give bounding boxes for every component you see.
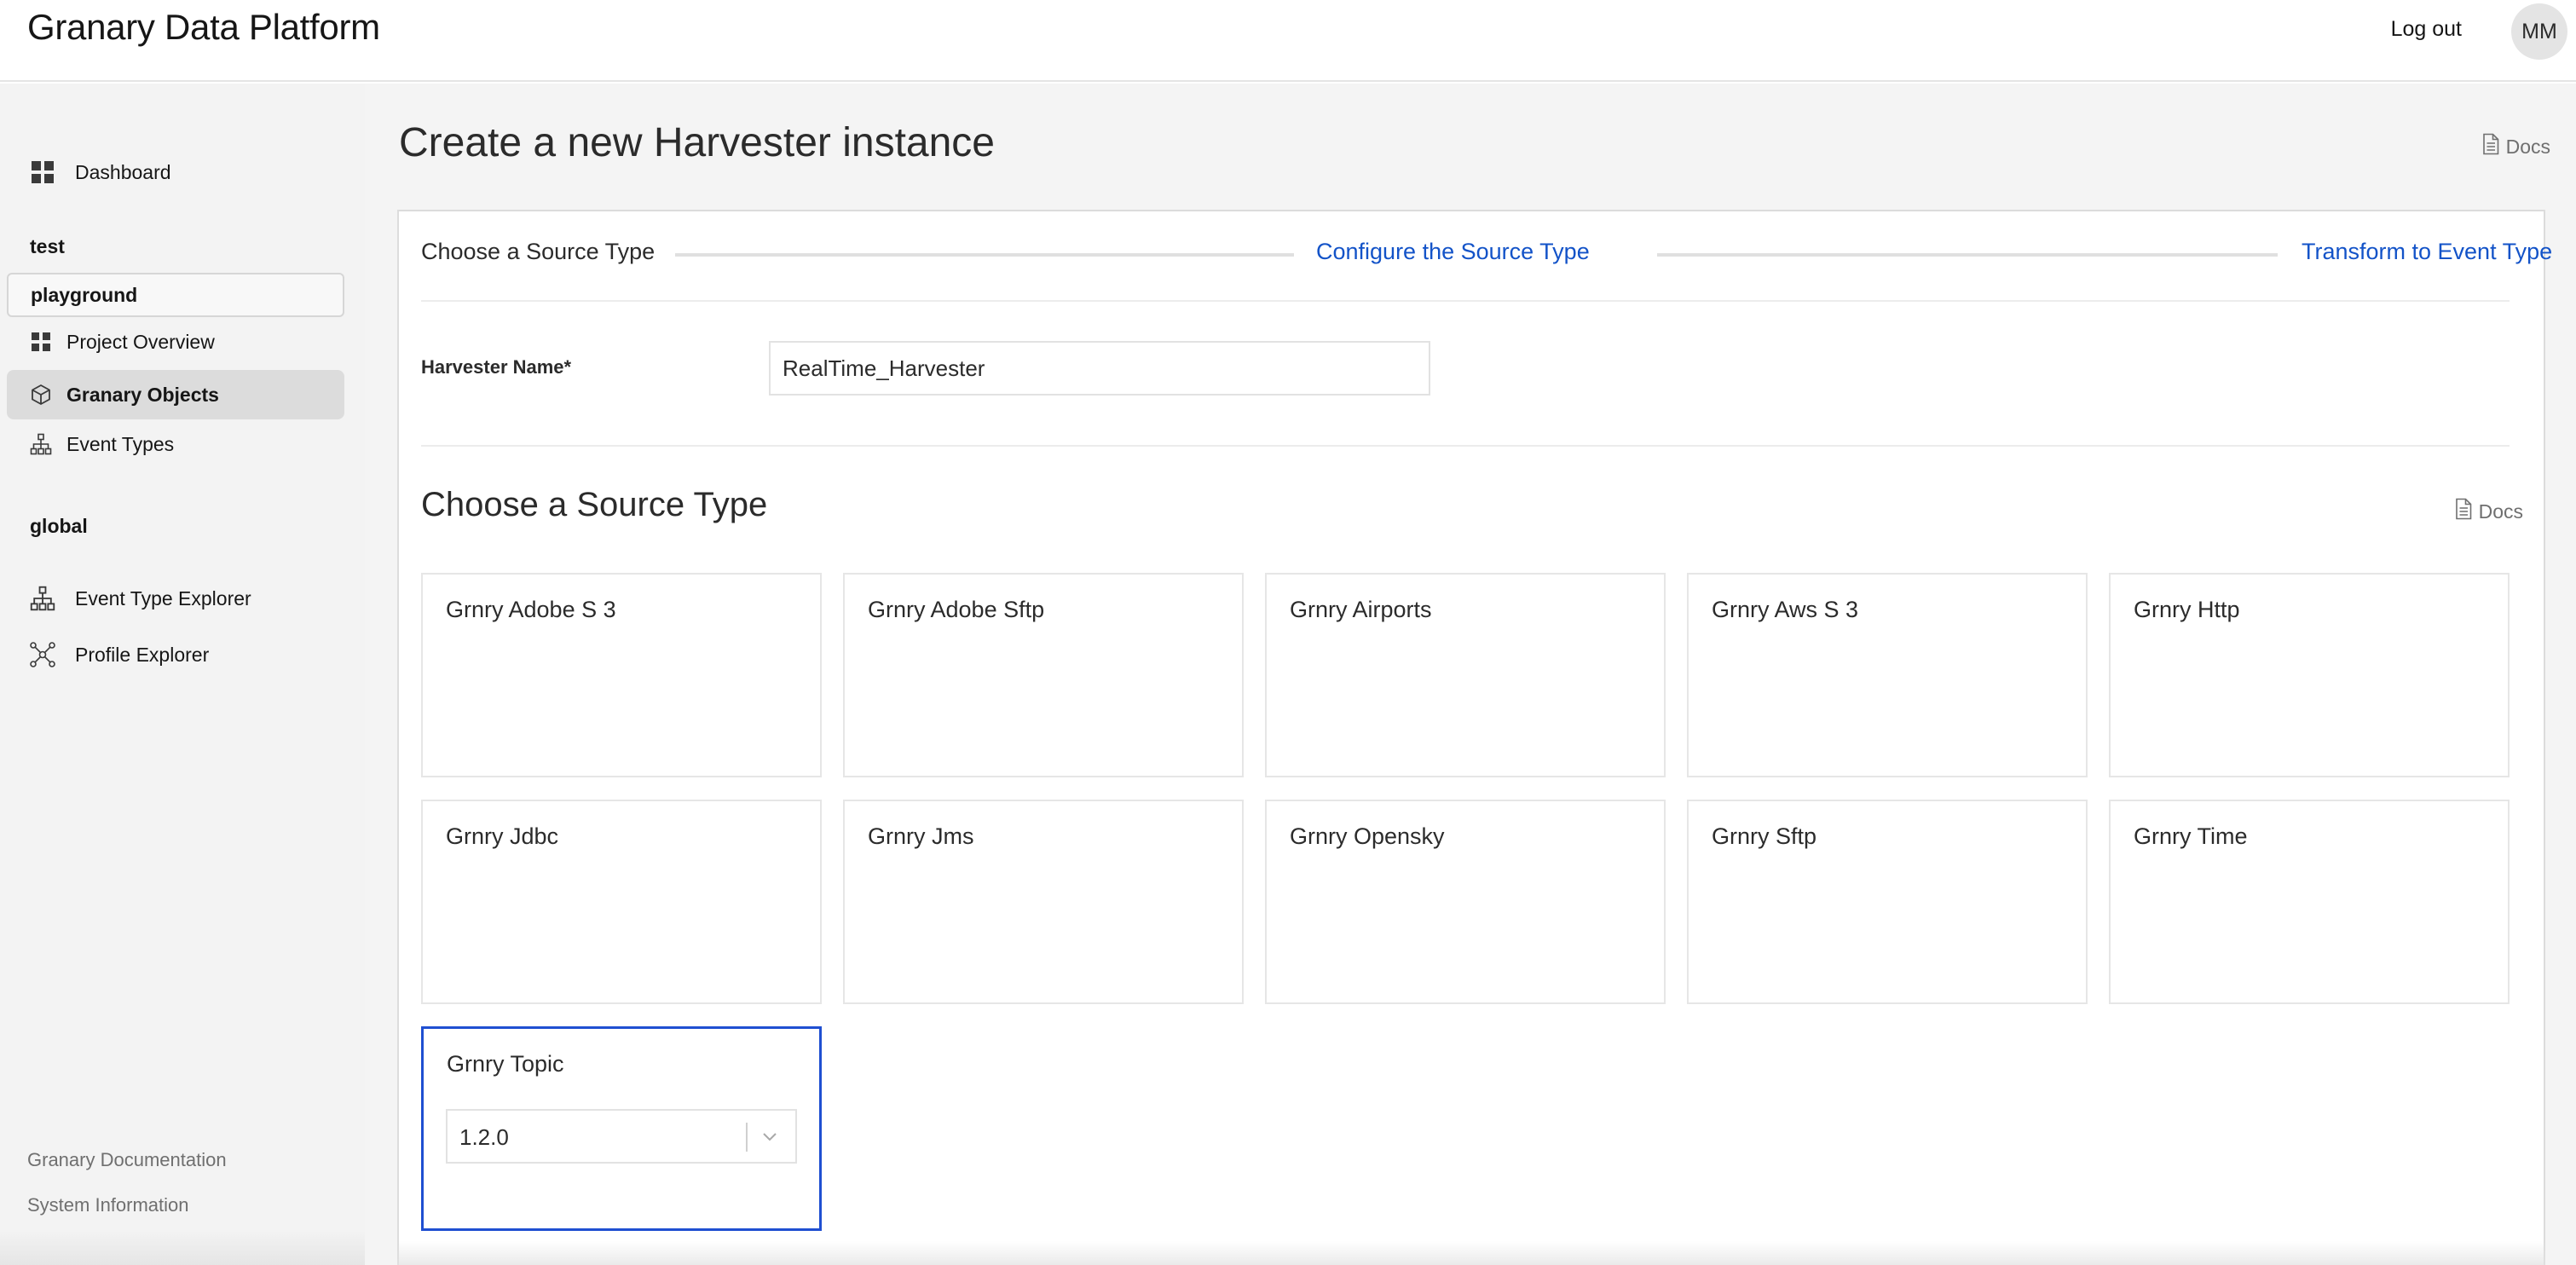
- project-selector[interactable]: playground: [7, 273, 344, 317]
- footer-system-information-link[interactable]: System Information: [27, 1194, 189, 1216]
- logout-link[interactable]: Log out: [2391, 17, 2462, 42]
- sidebar-section-test: test: [30, 235, 65, 257]
- chevron-down-icon[interactable]: [760, 1126, 780, 1147]
- sidebar-item-label: Profile Explorer: [75, 643, 210, 666]
- hierarchy-icon: [29, 585, 56, 612]
- step-transform-event-type[interactable]: Transform to Event Type: [2302, 239, 2552, 265]
- sidebar-section-global: global: [30, 515, 88, 537]
- source-type-section-title: Choose a Source Type: [421, 486, 768, 523]
- source-tile-sftp[interactable]: Grnry Sftp: [1687, 800, 2088, 1004]
- tile-label: Grnry Opensky: [1290, 823, 1445, 849]
- source-tile-jms[interactable]: Grnry Jms: [843, 800, 1244, 1004]
- card-bottom-shade: [397, 1241, 2545, 1265]
- tile-label: Grnry Adobe Sftp: [868, 597, 1045, 622]
- footer-documentation-link[interactable]: Granary Documentation: [27, 1149, 227, 1171]
- docs-label: Docs: [2478, 500, 2523, 523]
- source-tile-opensky[interactable]: Grnry Opensky: [1265, 800, 1666, 1004]
- page-header: Create a new Harvester instance Docs: [365, 84, 2576, 210]
- step-configure-source-type[interactable]: Configure the Source Type: [1316, 239, 1590, 265]
- page-title: Create a new Harvester instance: [399, 120, 995, 165]
- step-connector: [1657, 253, 2278, 257]
- sidebar: Dashboard test playground Project Overvi…: [0, 84, 365, 1265]
- divider: [421, 300, 2510, 302]
- harvester-name-input[interactable]: RealTime_Harvester: [769, 341, 1430, 396]
- tile-label: Grnry Jdbc: [446, 823, 559, 849]
- main-content: Create a new Harvester instance Docs Cho…: [365, 84, 2576, 1265]
- tile-label: Grnry Topic: [447, 1051, 564, 1077]
- source-tile-adobe-sftp[interactable]: Grnry Adobe Sftp: [843, 573, 1244, 777]
- page-docs-link[interactable]: Docs: [2482, 133, 2550, 160]
- document-icon: [2482, 133, 2499, 160]
- select-separator: [746, 1123, 748, 1152]
- step-connector: [675, 253, 1294, 257]
- tile-label: Grnry Time: [2134, 823, 2248, 849]
- step-choose-source-type[interactable]: Choose a Source Type: [421, 239, 655, 265]
- source-tile-jdbc[interactable]: Grnry Jdbc: [421, 800, 822, 1004]
- divider: [421, 445, 2510, 447]
- dashboard-icon: [29, 159, 56, 186]
- source-tile-airports[interactable]: Grnry Airports: [1265, 573, 1666, 777]
- sidebar-item-event-type-explorer[interactable]: Event Type Explorer: [7, 574, 344, 623]
- source-tile-http[interactable]: Grnry Http: [2109, 573, 2510, 777]
- tile-label: Grnry Jms: [868, 823, 974, 849]
- tile-label: Grnry Airports: [1290, 597, 1432, 622]
- tile-label: Grnry Aws S 3: [1712, 597, 1859, 622]
- sidebar-item-granary-objects[interactable]: Granary Objects: [7, 370, 344, 419]
- version-select-value: 1.2.0: [459, 1124, 509, 1150]
- tile-label: Grnry Sftp: [1712, 823, 1817, 849]
- source-tile-topic[interactable]: Grnry Topic 1.2.0: [421, 1026, 822, 1231]
- source-tile-time[interactable]: Grnry Time: [2109, 800, 2510, 1004]
- network-icon: [29, 641, 56, 668]
- hierarchy-icon: [29, 430, 53, 458]
- sidebar-item-dashboard[interactable]: Dashboard: [7, 147, 344, 197]
- tile-label: Grnry Http: [2134, 597, 2240, 622]
- tile-label: Grnry Adobe S 3: [446, 597, 616, 622]
- wizard-steps: Choose a Source Type Configure the Sourc…: [421, 239, 2552, 273]
- user-avatar[interactable]: MM: [2511, 3, 2567, 60]
- sidebar-item-event-types[interactable]: Event Types: [7, 419, 344, 469]
- sidebar-item-label: Project Overview: [66, 330, 215, 353]
- document-icon: [2455, 498, 2472, 525]
- top-header: Granary Data Platform Log out MM: [0, 0, 2576, 82]
- sidebar-item-label: Event Types: [66, 432, 175, 455]
- sidebar-item-label: Event Type Explorer: [75, 586, 251, 609]
- version-select[interactable]: 1.2.0: [446, 1109, 797, 1164]
- source-tile-aws-s3[interactable]: Grnry Aws S 3: [1687, 573, 2088, 777]
- sidebar-shade: [0, 1231, 365, 1265]
- sidebar-item-profile-explorer[interactable]: Profile Explorer: [7, 630, 344, 679]
- sidebar-item-label: Dashboard: [75, 160, 171, 183]
- app-title[interactable]: Granary Data Platform: [27, 7, 380, 48]
- harvester-wizard-card: Choose a Source Type Configure the Sourc…: [397, 210, 2552, 1265]
- grid-icon: [29, 328, 53, 355]
- cube-icon: [29, 381, 53, 408]
- harvester-name-label: Harvester Name*: [421, 356, 572, 378]
- source-tile-adobe-s3[interactable]: Grnry Adobe S 3: [421, 573, 822, 777]
- sidebar-item-project-overview[interactable]: Project Overview: [7, 317, 344, 367]
- docs-label: Docs: [2505, 135, 2550, 158]
- source-type-docs-link[interactable]: Docs: [2455, 498, 2523, 525]
- sidebar-item-label: Granary Objects: [66, 383, 219, 406]
